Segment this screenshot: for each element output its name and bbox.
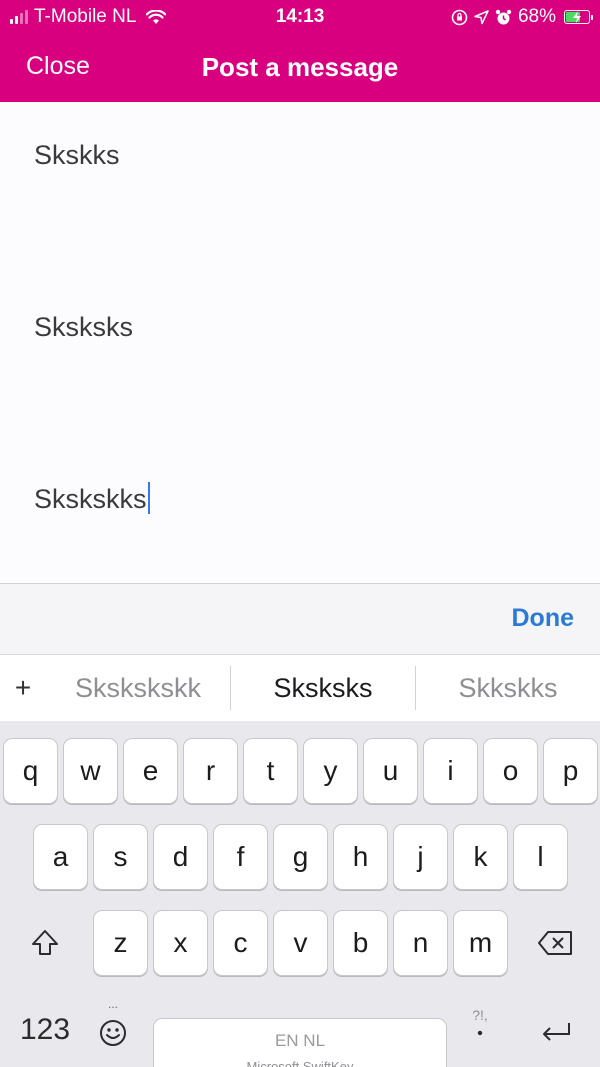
key-y[interactable]: y — [303, 738, 358, 804]
key-q[interactable]: q — [3, 738, 58, 804]
key-f[interactable]: f — [213, 824, 268, 890]
key-i[interactable]: i — [423, 738, 478, 804]
message-line: Skskskks — [34, 484, 147, 514]
key-p[interactable]: p — [543, 738, 598, 804]
return-icon — [543, 1023, 570, 1041]
key-v[interactable]: v — [273, 910, 328, 976]
message-line: Skskks — [34, 140, 120, 170]
punctuation-hint: ?!, — [472, 1007, 488, 1023]
shift-key[interactable] — [10, 910, 80, 976]
space-bar[interactable]: EN NL Microsoft SwiftKey — [153, 1018, 447, 1067]
key-h[interactable]: h — [333, 824, 388, 890]
nav-bar: Post a message Close — [0, 34, 600, 102]
period-key[interactable] — [462, 1023, 498, 1043]
key-c[interactable]: c — [213, 910, 268, 976]
message-textarea[interactable]: Skskks Sksksks Skskskks — [0, 102, 600, 583]
text-caret — [147, 482, 150, 514]
key-r[interactable]: r — [183, 738, 238, 804]
done-button[interactable]: Done — [512, 604, 575, 633]
emoji-key[interactable] — [95, 1013, 131, 1053]
keyboard: q w e r t y u i o p a s d f g h j k l z … — [0, 721, 600, 1067]
key-k[interactable]: k — [453, 824, 508, 890]
close-button[interactable]: Close — [26, 52, 90, 81]
emoji-hint: ... — [107, 997, 118, 1011]
key-z[interactable]: z — [93, 910, 148, 976]
emoji-icon — [100, 1020, 126, 1046]
key-b[interactable]: b — [333, 910, 388, 976]
space-language-label: EN NL — [274, 1031, 326, 1050]
suggestion-item-main[interactable]: Sksksks — [231, 673, 415, 704]
page-title: Post a message — [201, 52, 399, 82]
plus-button[interactable]: + — [0, 672, 46, 704]
return-key[interactable] — [528, 1011, 584, 1055]
backspace-icon — [538, 931, 572, 955]
suggestion-item[interactable]: Skskskskk — [46, 673, 230, 704]
battery-charging-icon — [564, 10, 593, 24]
key-w[interactable]: w — [63, 738, 118, 804]
key-l[interactable]: l — [513, 824, 568, 890]
space-brand-label: Microsoft SwiftKey — [246, 1059, 354, 1067]
status-bar: T-Mobile NL 14:13 68% — [0, 0, 600, 34]
key-u[interactable]: u — [363, 738, 418, 804]
keyboard-accessory-bar: Done — [0, 583, 600, 655]
key-m[interactable]: m — [453, 910, 508, 976]
numbers-key[interactable]: 123 — [10, 1003, 80, 1057]
key-t[interactable]: t — [243, 738, 298, 804]
suggestion-item[interactable]: Skkskks — [416, 673, 600, 704]
location-icon — [474, 9, 489, 24]
period-icon — [477, 1030, 483, 1036]
key-s[interactable]: s — [93, 824, 148, 890]
key-g[interactable]: g — [273, 824, 328, 890]
status-right: 68% — [451, 6, 593, 28]
key-o[interactable]: o — [483, 738, 538, 804]
key-e[interactable]: e — [123, 738, 178, 804]
orientation-lock-icon — [451, 9, 468, 25]
key-a[interactable]: a — [33, 824, 88, 890]
message-line: Sksksks — [34, 312, 134, 342]
suggestion-bar: + Skskskskk Sksksks Skkskks — [0, 655, 600, 721]
key-x[interactable]: x — [153, 910, 208, 976]
battery-percent: 68% — [517, 6, 556, 27]
key-d[interactable]: d — [153, 824, 208, 890]
key-n[interactable]: n — [393, 910, 448, 976]
backspace-key[interactable] — [520, 910, 592, 976]
alarm-icon — [495, 9, 512, 24]
shift-icon — [32, 930, 58, 955]
key-j[interactable]: j — [393, 824, 448, 890]
